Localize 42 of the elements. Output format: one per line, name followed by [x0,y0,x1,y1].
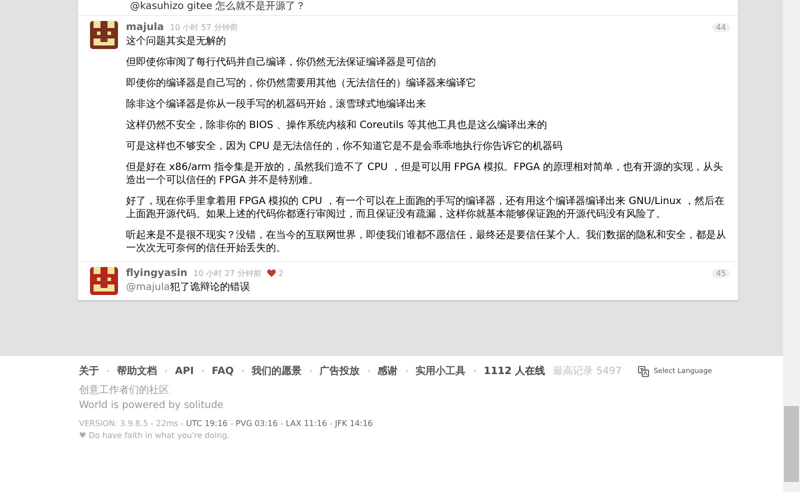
record-count: 最高记录 5497 [553,364,622,378]
version-info: UTC 19:16 [186,419,228,428]
reply-time: 10 小时 27 分钟前 [193,268,262,278]
reply-text: 可是这样也不够安全，因为 CPU 是无法信任的，你不知道它是不是会乖乖地执行你告诉它的机器码 [126,140,564,153]
reply-text: 但是好在 x86/arm 指令集是开放的，虽然我们造不了 CPU ，但是可以用 FPGA 模拟。FPGA 的原理相对简单，也有开源的实现，从头造出一个可以信任的 FPGA 并不是特别难。 [126,161,724,187]
motto: World is powered by solitude [79,400,224,411]
footer-link[interactable]: 实用小工具 [416,364,466,378]
version-info: 22ms [156,419,178,428]
heart-icon [267,269,276,277]
reply-text: 好了，现在你手里拿着用 FPGA 模拟的 CPU ，有一个可以在上面跑的手写的编译器，还有用这个编译器编译出来 GNU/Linux ，然后在上面跑开源代码。如果上述的代码你都逐行审阅过，而且保证没有疏漏，这样你就基本能够保证跑的开源代码没有风险了。 [126,195,726,221]
tagline: 创意工作者们的社区 [79,384,170,397]
footer-link[interactable]: 广告投放 [320,364,360,378]
scrollbar[interactable] [783,0,800,492]
version-info: LAX 11:16 [286,419,327,428]
version-info: PVG 03:16 [236,419,278,428]
reply-text: 但即使你审阅了每行代码并自己编译，你仍然无法保证编译器是可信的 [126,56,437,69]
footer-link[interactable]: FAQ [212,366,234,376]
like-count: 2 [278,268,284,278]
online-count: 1112 人在线 [484,364,546,378]
version-info: VERSION: 3.9.8.5 [79,419,148,428]
reply-text: 即使你的编译器是自己写的，你仍然需要用其他（无法信任的）编译器来编译它 [126,77,477,90]
translate-icon [638,366,649,376]
reply-text: @kasuhizo gitee 怎么就不是开源了？ [130,1,306,12]
reply-text: 这个问题其实是无解的 [126,35,227,48]
username-link[interactable]: flyingyasin [126,268,188,278]
motto: ♥ Do have faith in what you're doing. [79,431,231,440]
reply-text: 除非这个编译器是你从一段手写的机器码开始，滚雪球式地编译出来 [126,98,427,111]
footer-link[interactable]: 帮助文档 [117,364,157,378]
reply-number: 44 [712,22,730,32]
footer-link[interactable]: 感谢 [378,364,398,378]
reply-time: 10 小时 57 分钟前 [170,22,238,32]
reply-text: @majula犯了诡辩论的错误 [126,281,251,294]
footer-link[interactable]: 关于 [79,364,99,378]
reply-text: 听起来是不是很不现实？没错，在当今的互联网世界，即使我们谁都不愿信任，最终还是要信任某个人。我们数据的隐私和安全，都是从一次次无可奈何的信任开始丢失的。 [126,229,727,255]
username-link[interactable]: majula [126,22,164,32]
scrollbar-thumb[interactable] [784,406,799,482]
footer-link[interactable]: 我们的愿景 [252,364,302,378]
reply-number: 45 [712,268,730,278]
reply-text: 这样仍然不安全，除非你的 BIOS 、操作系统内核和 Coreutils 等其他工具也是这么编译出来的 [126,119,548,132]
footer-link[interactable]: API [175,366,194,376]
mention-link[interactable]: @majula [126,282,170,293]
version-info: JFK 14:16 [334,419,373,428]
